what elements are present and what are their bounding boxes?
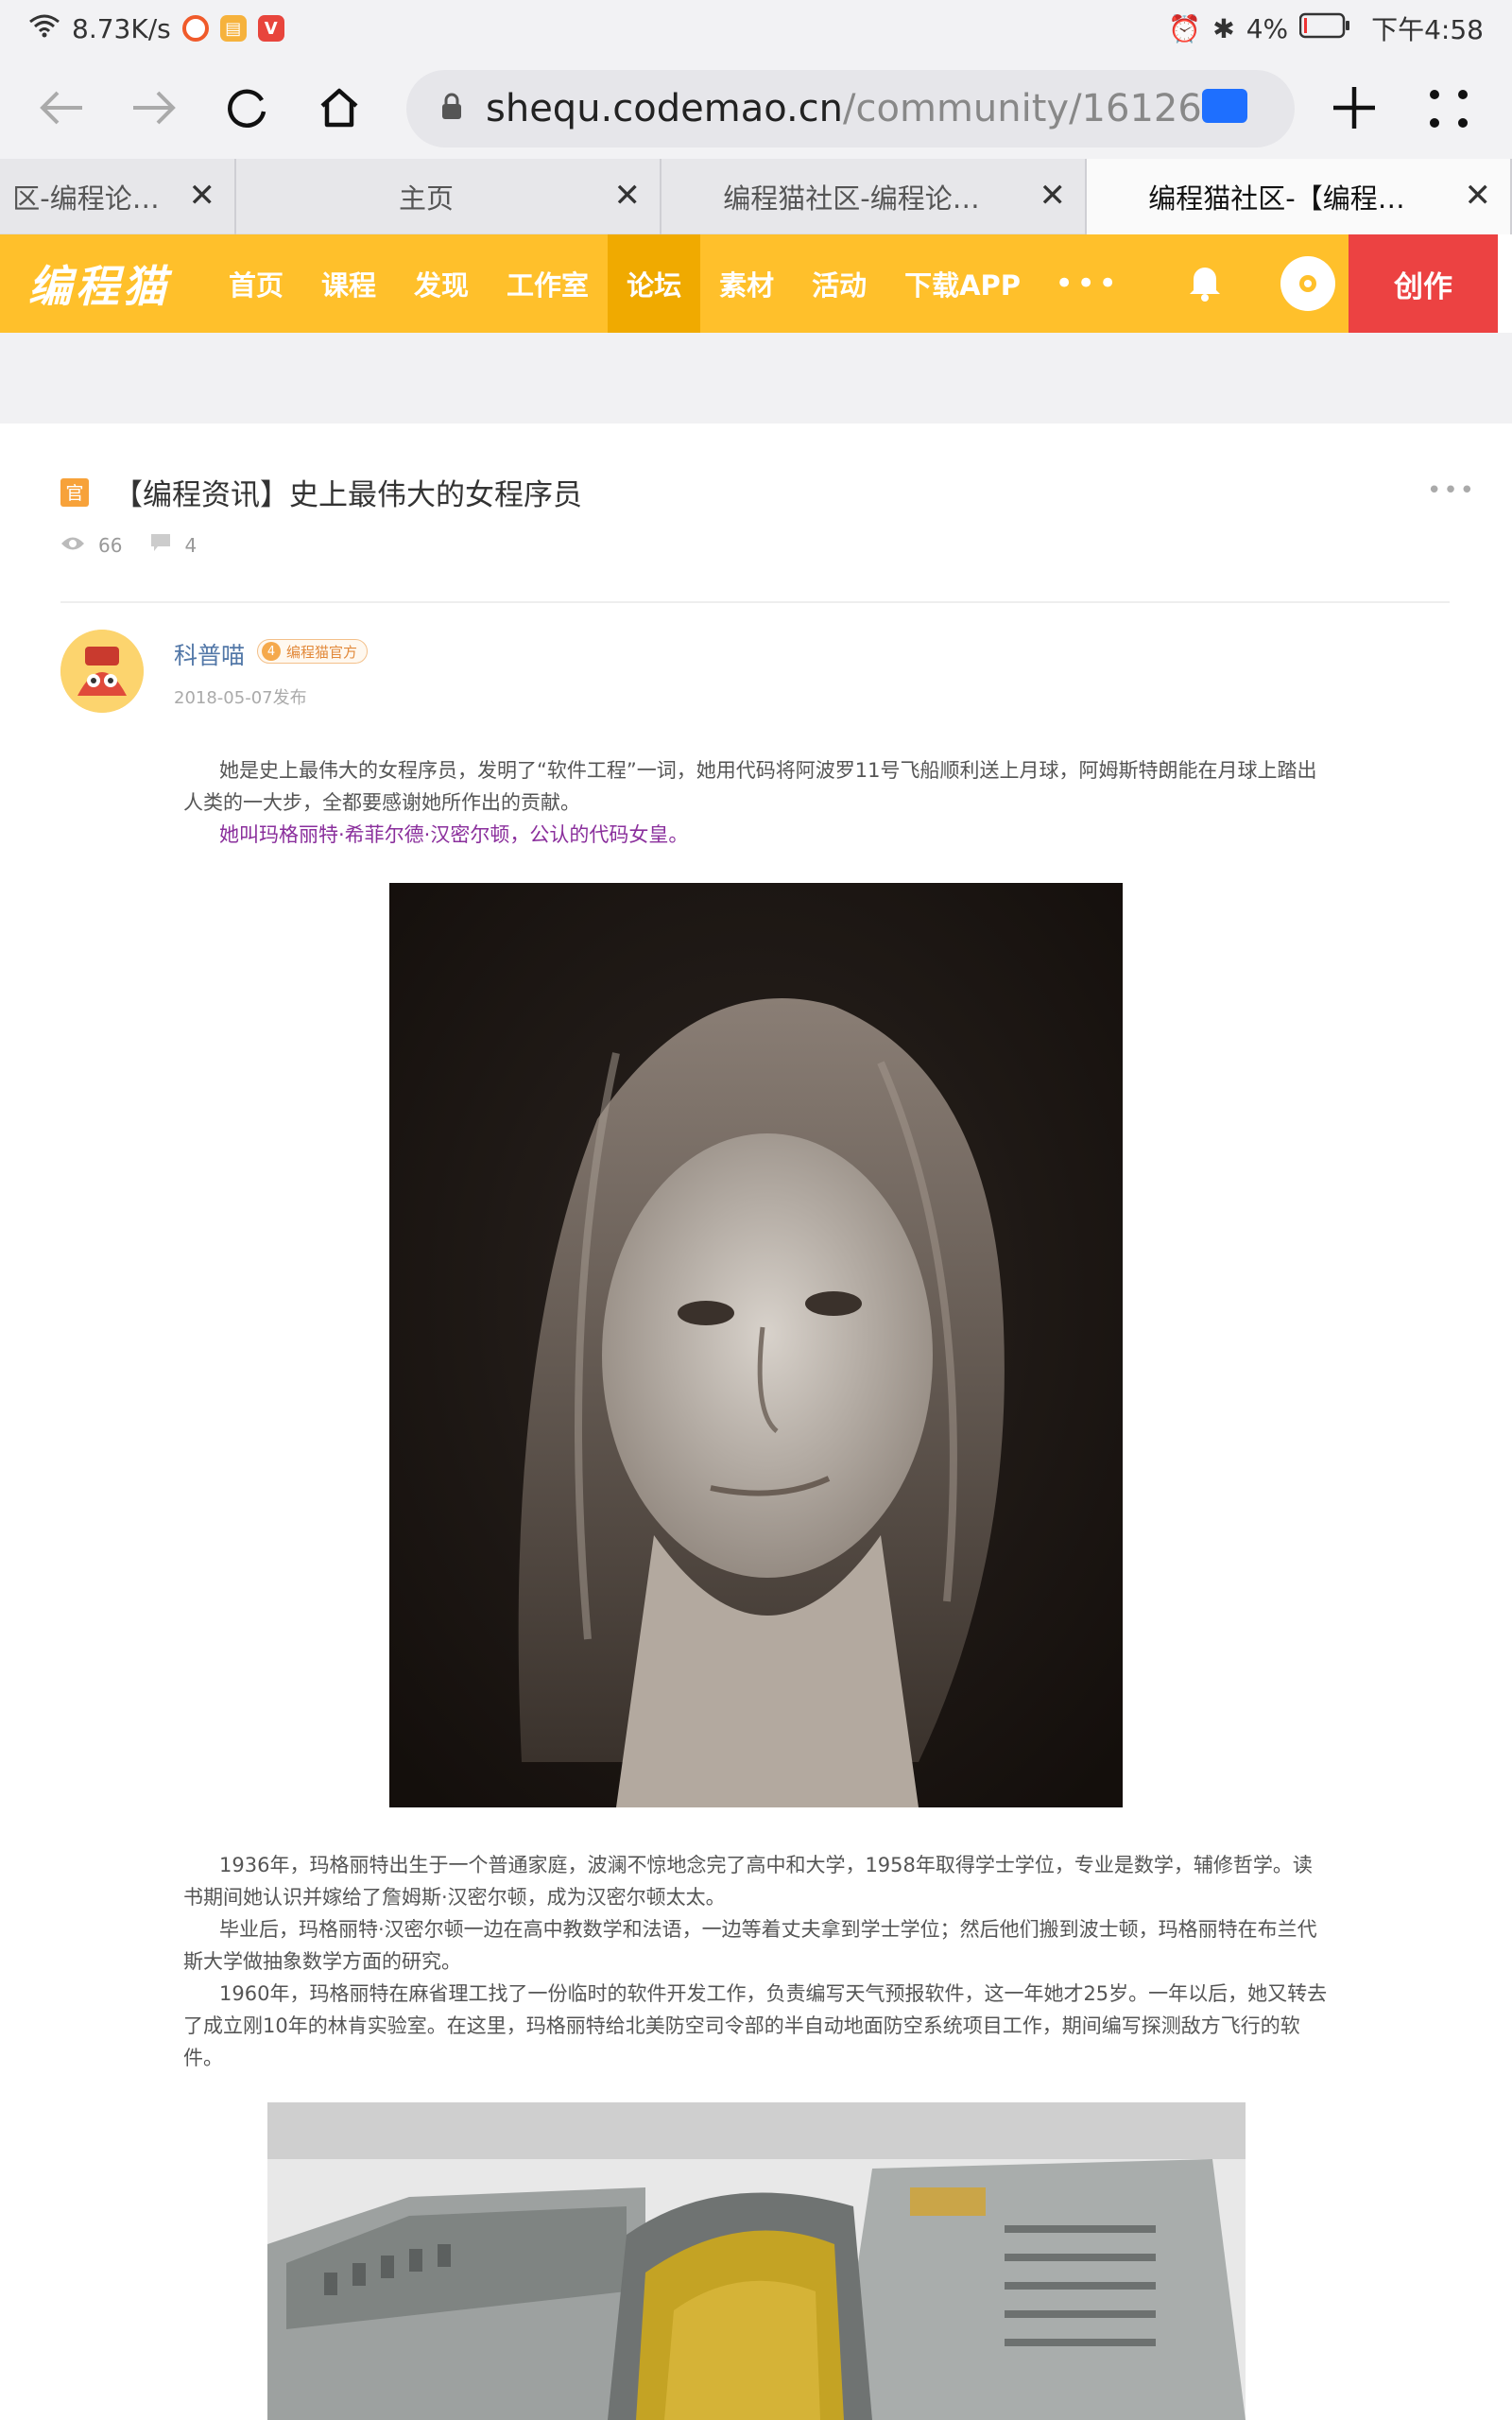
nav-item-download-app[interactable]: 下载APP xyxy=(885,234,1040,333)
clock: 下午4:58 xyxy=(1371,14,1484,45)
forward-button[interactable] xyxy=(121,75,187,141)
post-paragraph: 1936年，玛格丽特出生于一个普通家庭，波澜不惊地念完了高中和大学，1958年取… xyxy=(183,1854,1313,1909)
post-paragraph: 她是史上最伟大的女程序员，发明了“软件工程”一词，她用代码将阿波罗11号飞船顺利… xyxy=(183,759,1317,814)
post-paragraph: 1960年，玛格丽特在麻省理工找了一份临时的软件开发工作，负责编写天气预报软件，… xyxy=(183,1982,1328,2069)
reload-button[interactable] xyxy=(214,75,280,141)
browser-tab[interactable]: 区-编程论… ✕ xyxy=(0,159,236,234)
network-speed: 8.73K/s xyxy=(72,12,171,44)
post-date: 2018-05-07发布 xyxy=(174,688,307,708)
comment-icon xyxy=(150,533,171,557)
portrait-photo xyxy=(389,883,1123,1807)
post-stats: 66 4 xyxy=(60,533,225,557)
battery-icon xyxy=(1298,12,1350,45)
post-paragraph-highlight: 她叫玛格丽特·希菲尔德·汉密尔顿，公认的代码女皇。 xyxy=(219,823,689,846)
browser-tab[interactable]: 编程猫社区-编程论… ✕ xyxy=(662,159,1087,234)
bluetooth-icon: ✱ xyxy=(1212,12,1235,44)
status-bar: 8.73K/s ▤ V ⏰ ✱ 4% 下午4:58 xyxy=(0,0,1512,57)
site-logo[interactable]: 编程猫 xyxy=(28,252,170,315)
alarm-icon: ⏰ xyxy=(1168,12,1202,44)
close-icon[interactable]: ✕ xyxy=(614,180,642,212)
url-domain: shequ.codemao.cn xyxy=(486,87,844,130)
post-more-button[interactable]: ••• xyxy=(1427,476,1476,505)
tab-label: 编程猫社区-【编程… xyxy=(1148,182,1405,215)
tab-strip: 区-编程论… ✕ 主页 ✕ 编程猫社区-编程论… ✕ 编程猫社区-【编程… ✕ xyxy=(0,159,1512,234)
nav-item-forum[interactable]: 论坛 xyxy=(608,234,701,333)
tab-label: 主页 xyxy=(398,182,454,215)
browser-tab[interactable]: 主页 ✕ xyxy=(236,159,662,234)
post-title-row: 官 【编程资讯】史上最伟大的女程序员 xyxy=(60,471,582,513)
create-button[interactable]: 创作 xyxy=(1349,234,1498,333)
address-bar[interactable]: shequ.codemao.cn/community/161264 xyxy=(406,70,1295,147)
close-icon[interactable]: ✕ xyxy=(1040,180,1067,212)
nav-item-courses[interactable]: 课程 xyxy=(302,234,395,333)
app-notification-icon xyxy=(181,15,209,42)
wifi-icon xyxy=(28,12,60,45)
official-tag-label: 编程猫官方 xyxy=(286,643,358,661)
bell-icon[interactable] xyxy=(1186,262,1224,305)
home-icon xyxy=(320,88,358,128)
close-icon[interactable]: ✕ xyxy=(189,180,216,212)
console-photo xyxy=(267,2102,1246,2420)
post-title: 【编程资讯】史上最伟大的女程序员 xyxy=(113,478,582,512)
lock-icon xyxy=(440,87,463,130)
eye-icon xyxy=(60,534,85,557)
arrow-left-icon xyxy=(40,91,82,125)
nav-item-home[interactable]: 首页 xyxy=(210,234,302,333)
arrow-right-icon xyxy=(133,91,176,125)
new-tab-button[interactable] xyxy=(1328,81,1381,138)
post-paragraph: 毕业后，玛格丽特·汉密尔顿一边在高中教数学和法语，一边等着丈夫拿到学士学位；然后… xyxy=(183,1918,1317,1973)
user-avatar[interactable] xyxy=(1280,256,1336,311)
refresh-icon xyxy=(228,89,266,129)
browser-toolbar: shequ.codemao.cn/community/161264 xyxy=(0,57,1512,159)
close-icon[interactable]: ✕ xyxy=(1465,180,1492,212)
divider xyxy=(60,601,1450,603)
author-avatar[interactable] xyxy=(60,630,144,713)
grid-dots-icon xyxy=(1430,90,1468,128)
author-name[interactable]: 科普喵 xyxy=(174,637,245,671)
url-path: /community/161264 xyxy=(843,87,1227,130)
nav-more-button[interactable]: ••• xyxy=(1055,265,1120,302)
comment-count: 4 xyxy=(184,533,198,557)
nav-item-discover[interactable]: 发现 xyxy=(395,234,488,333)
official-badge: 官 xyxy=(60,477,89,507)
back-button[interactable] xyxy=(28,75,94,141)
view-count: 66 xyxy=(98,533,123,557)
page-banner-area xyxy=(0,333,1512,424)
menu-button[interactable] xyxy=(1425,85,1472,136)
tab-label: 编程猫社区-编程论… xyxy=(723,182,980,215)
battery-percent: 4% xyxy=(1246,12,1289,44)
app-notification-icon: ▤ xyxy=(219,15,247,42)
tab-label: 区-编程论… xyxy=(12,182,160,215)
home-button[interactable] xyxy=(306,75,372,141)
tab-switcher-icon[interactable] xyxy=(1202,89,1247,123)
site-navbar: 编程猫 首页 课程 发现 工作室 论坛 素材 活动 下载APP ••• 创作 xyxy=(0,234,1498,333)
nav-item-studio[interactable]: 工作室 xyxy=(488,234,608,333)
official-tag: 4 编程猫官方 xyxy=(257,639,369,664)
nav-item-events[interactable]: 活动 xyxy=(793,234,885,333)
plus-icon xyxy=(1333,87,1375,129)
browser-tab-active[interactable]: 编程猫社区-【编程… ✕ xyxy=(1087,159,1512,234)
app-notification-icon: V xyxy=(257,15,284,42)
nav-item-materials[interactable]: 素材 xyxy=(700,234,793,333)
level-badge: 4 xyxy=(262,642,281,661)
